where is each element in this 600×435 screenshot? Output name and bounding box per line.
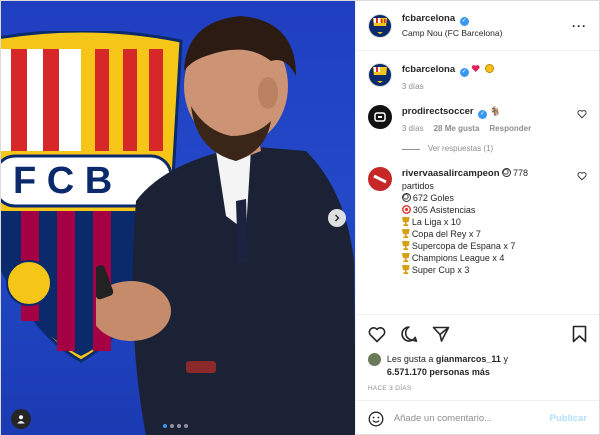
player-photo [96, 16, 355, 435]
view-replies-label: Ver respuestas (1) [427, 144, 494, 153]
share-icon[interactable] [432, 325, 450, 343]
comment-username[interactable]: fcbarcelona [402, 64, 455, 75]
like-comment-heart-icon[interactable] [577, 109, 587, 119]
like-comment-heart-icon[interactable] [577, 171, 587, 181]
fcb-logo-icon [372, 67, 387, 83]
prodirect-logo-icon [374, 112, 386, 122]
carousel-dot [184, 424, 188, 428]
likes-count[interactable]: 6.571.170 personas más [387, 367, 490, 377]
likes-summary[interactable]: Les gusta a gianmarcos_11 y 6.571.170 pe… [356, 353, 599, 379]
more-options-icon[interactable]: ··· [572, 19, 587, 33]
view-replies-button[interactable]: Ver respuestas (1) [401, 143, 569, 155]
stat-line: 305 Asistencias [412, 205, 476, 215]
target-icon [401, 205, 411, 214]
comment-icon[interactable] [400, 325, 418, 343]
trophy-icon [401, 229, 410, 238]
soccer-ball-icon [502, 168, 512, 177]
stat-line: Champions League x 4 [411, 253, 505, 263]
river-logo-icon [373, 174, 387, 184]
post-location[interactable]: Camp Nou (FC Barcelona) [402, 28, 503, 38]
trophy-icon [401, 265, 410, 274]
comment-username[interactable]: rivervaasalircampeon [402, 168, 500, 179]
like-heart-icon[interactable] [368, 326, 386, 343]
trophy-icon [401, 217, 410, 226]
replies-divider [401, 148, 420, 150]
emoji-icon[interactable] [368, 411, 384, 427]
comment-composer: Añade un comentario... Publicar [355, 400, 599, 435]
stat-line: La Liga x 10 [411, 217, 461, 227]
publish-button[interactable]: Publicar [550, 413, 588, 424]
goat-emoji: 🐐 [489, 106, 501, 116]
liker-username[interactable]: gianmarcos_11 [436, 354, 501, 364]
post-author-username[interactable]: fcbarcelona [402, 13, 455, 24]
user-icon [17, 415, 25, 424]
comment-item: rivervaasalircampeon 778 partidos 672 Go… [367, 167, 587, 276]
tagged-people-button[interactable] [11, 409, 31, 429]
avatar[interactable] [367, 167, 392, 191]
comment-input[interactable]: Añade un comentario... [394, 413, 540, 424]
soccer-ball-icon [401, 193, 411, 202]
reply-button[interactable]: Responder [489, 123, 531, 135]
avatar[interactable] [367, 105, 392, 129]
carousel-dot-active [163, 424, 167, 428]
bookmark-icon[interactable] [572, 325, 587, 343]
avatar[interactable] [367, 13, 392, 38]
avatar[interactable] [367, 63, 392, 87]
comments-list[interactable]: fcbarcelona ✓ 3 días prodirectsoccer ✓ 🐐… [355, 51, 599, 315]
stat-line: 672 Goles [412, 193, 454, 203]
carousel-indicator [163, 424, 188, 428]
comment-timestamp[interactable]: 3 días [402, 123, 424, 135]
post-media[interactable]: F C B [1, 1, 355, 435]
verified-icon: ✓ [459, 68, 469, 77]
post-actions [356, 315, 599, 353]
comment-text: partidos [401, 181, 434, 191]
trophy-icon [401, 253, 410, 262]
trophy-icon [401, 241, 410, 250]
chevron-right-icon [335, 214, 340, 222]
likes-conjunction: y [503, 354, 508, 364]
stat-line: Copa del Rey x 7 [411, 229, 481, 239]
fcb-logo-icon [372, 17, 387, 34]
likes-prefix: Les gusta a [386, 354, 434, 364]
post-header: fcbarcelona ✓ Camp Nou (FC Barcelona) ··… [355, 1, 599, 51]
carousel-dot [170, 424, 174, 428]
stat-line: Super Cup x 3 [411, 265, 470, 275]
carousel-dot [177, 424, 181, 428]
comment-item: prodirectsoccer ✓ 🐐 3 días 28 Me gusta R… [367, 105, 587, 155]
post-side-panel: fcbarcelona ✓ Camp Nou (FC Barcelona) ··… [354, 1, 599, 435]
comment-text: 778 [513, 168, 529, 178]
comment-likes-count[interactable]: 28 Me gusta [434, 123, 480, 135]
liker-avatar[interactable] [367, 353, 381, 366]
comment-username[interactable]: prodirectsoccer [402, 106, 474, 117]
red-heart-icon [471, 64, 480, 73]
verified-icon: ✓ [478, 110, 488, 119]
post-timestamp[interactable]: HACE 3 DÍAS [356, 379, 599, 400]
instagram-post: F C B fcbarcelona ✓ Camp Nou (FC Barcelo… [0, 0, 600, 435]
smiling-face-icon [484, 64, 494, 73]
caption: fcbarcelona ✓ 3 días [367, 63, 587, 93]
comment-timestamp[interactable]: 3 días [402, 81, 424, 93]
carousel-next-button[interactable] [328, 209, 346, 227]
verified-icon: ✓ [459, 17, 469, 26]
stat-line: Supercopa de Espana x 7 [411, 241, 516, 251]
